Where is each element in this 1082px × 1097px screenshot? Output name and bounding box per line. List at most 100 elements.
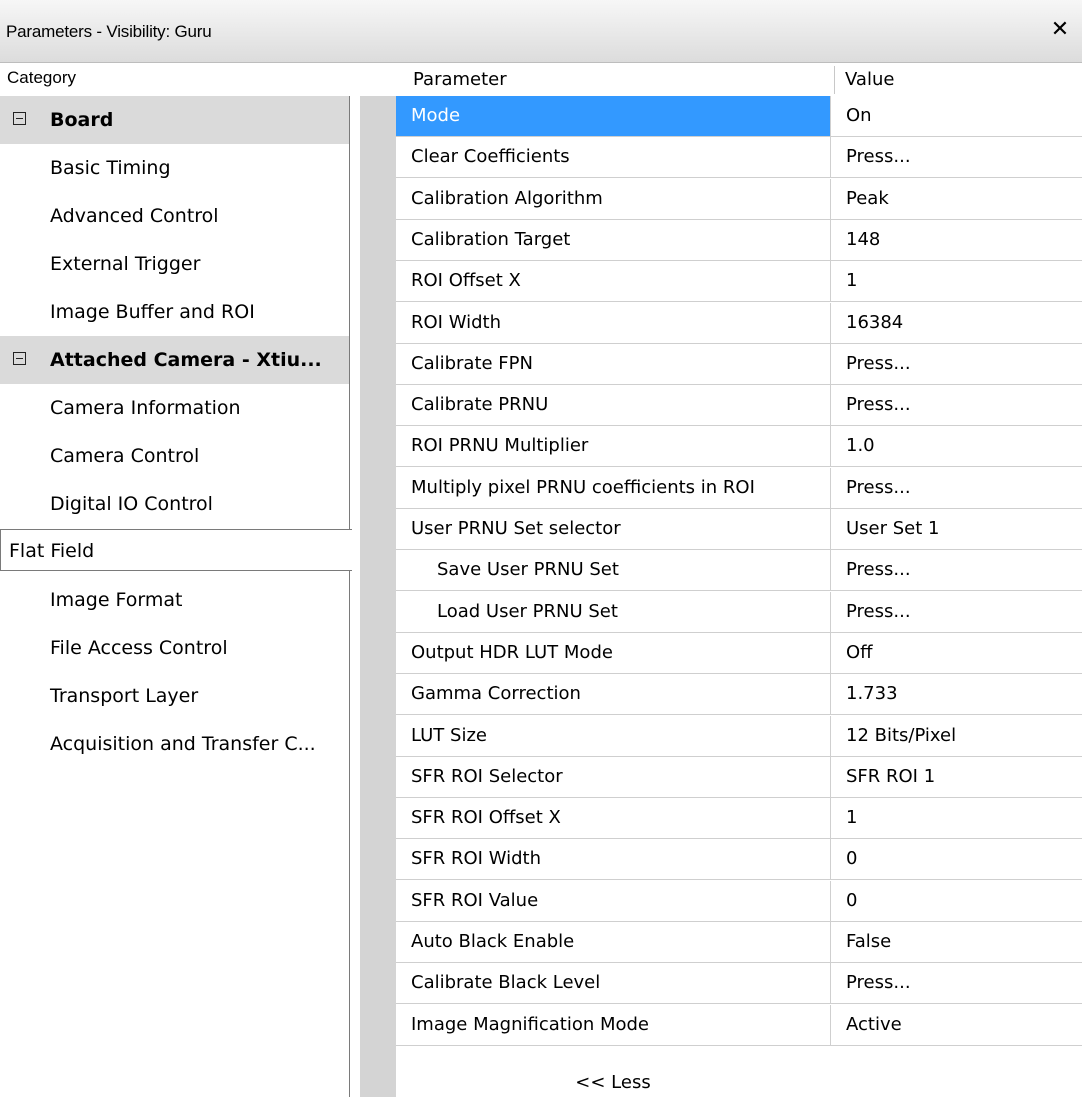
parameter-value[interactable]: 1 [846,798,857,838]
parameter-name: Load User PRNU Set [437,601,618,622]
parameter-value[interactable]: Off [846,633,873,673]
category-label: Camera Control [50,445,200,467]
parameter-value[interactable]: 1.0 [846,426,875,466]
parameter-row[interactable]: Calibrate PRNU Press... [396,385,1082,426]
parameter-row[interactable]: SFR ROI Offset X 1 [396,798,1082,839]
parameter-row[interactable]: Multiply pixel PRNU coefficients in ROI P… [396,468,1082,509]
category-item[interactable]: Camera Information [0,384,349,432]
parameter-row[interactable]: Load User PRNU Set Press... [396,592,1082,633]
window-title: Parameters - Visibility: Guru [6,22,212,41]
parameter-name: ROI Offset X [411,270,521,291]
category-group[interactable]: Board [0,96,349,144]
parameter-value[interactable]: 12 Bits/Pixel [846,716,956,756]
cell-divider [830,674,831,714]
parameter-value[interactable]: Active [846,1005,902,1045]
parameter-row[interactable]: Mode On [396,96,1082,137]
cell-divider [830,1005,831,1045]
less-button[interactable]: << Less [396,1068,830,1097]
cell-divider [830,550,831,590]
parameter-column-header[interactable]: Parameter [413,63,507,96]
parameter-row[interactable]: SFR ROI Width 0 [396,839,1082,880]
collapse-icon[interactable] [13,352,26,365]
parameter-row[interactable]: ROI Width 16384 [396,303,1082,344]
category-item[interactable]: Image Buffer and ROI [0,288,349,336]
parameter-name: SFR ROI Width [411,848,542,869]
parameter-value[interactable]: Press... [846,963,911,1003]
cell-divider [830,385,831,425]
parameter-name: Gamma Correction [411,683,581,704]
category-item[interactable]: Acquisition and Transfer C... [0,720,349,768]
parameter-row[interactable]: Clear Coefficients Press... [396,137,1082,178]
parameter-row[interactable]: User PRNU Set selector User Set 1 [396,509,1082,550]
parameter-value[interactable]: SFR ROI 1 [846,757,935,797]
parameter-name: LUT Size [411,725,487,746]
parameter-row[interactable]: SFR ROI Selector SFR ROI 1 [396,757,1082,798]
cell-divider [830,426,831,466]
close-icon[interactable]: ✕ [1048,18,1072,42]
category-item[interactable]: Digital IO Control [0,480,349,528]
cell-divider [830,798,831,838]
category-tree: Board Basic Timing Advanced Control Externa… [0,96,352,1097]
category-label: Digital IO Control [50,493,213,515]
parameter-name: Calibrate FPN [411,353,533,374]
parameter-row[interactable]: Output HDR LUT Mode Off [396,633,1082,674]
parameter-value[interactable]: User Set 1 [846,509,939,549]
category-item[interactable]: Advanced Control [0,192,349,240]
parameter-row[interactable]: Auto Black Enable False [396,922,1082,963]
category-item[interactable]: File Access Control [0,624,349,672]
parameter-row[interactable]: Calibrate Black Level Press... [396,963,1082,1004]
parameter-name: ROI PRNU Multiplier [411,435,589,456]
parameter-name: Image Magnification Mode [411,1014,649,1035]
value-column-header[interactable]: Value [845,63,894,96]
category-label: Camera Information [50,397,241,419]
parameter-value[interactable]: False [846,922,891,962]
parameter-value[interactable]: Peak [846,179,889,219]
collapse-icon[interactable] [13,112,26,125]
parameter-value[interactable]: Press... [846,592,911,632]
category-group[interactable]: Attached Camera - Xtiu... [0,336,349,384]
parameter-value[interactable]: 0 [846,881,857,921]
parameter-value[interactable]: Press... [846,468,911,508]
category-column-header: Category [7,68,76,87]
parameter-row[interactable]: Calibrate FPN Press... [396,344,1082,385]
category-item[interactable]: Basic Timing [0,144,349,192]
parameter-value[interactable]: 0 [846,839,857,879]
category-label: Image Buffer and ROI [50,301,255,323]
category-item[interactable]: Flat Field [0,529,352,571]
parameter-value[interactable]: Press... [846,137,911,177]
parameter-value[interactable]: 1 [846,261,857,301]
parameter-value[interactable]: 16384 [846,303,903,343]
parameter-row[interactable]: Gamma Correction 1.733 [396,674,1082,715]
parameter-row[interactable]: ROI Offset X 1 [396,261,1082,302]
parameter-value[interactable]: Press... [846,385,911,425]
parameter-row[interactable]: Calibration Algorithm Peak [396,179,1082,220]
parameter-value[interactable]: On [846,96,872,136]
parameter-value[interactable]: Press... [846,550,911,590]
cell-divider [830,963,831,1003]
parameter-name: Output HDR LUT Mode [411,642,613,663]
parameter-name: Multiply pixel PRNU coefficients in ROI [411,477,755,498]
cell-divider [830,757,831,797]
parameter-name: SFR ROI Selector [411,766,563,787]
parameter-row[interactable]: Save User PRNU Set Press... [396,550,1082,591]
parameter-name: Calibration Target [411,229,571,250]
parameter-row[interactable]: LUT Size 12 Bits/Pixel [396,716,1082,757]
parameter-name: Save User PRNU Set [437,559,619,580]
parameter-value[interactable]: 148 [846,220,880,260]
cell-divider [830,839,831,879]
parameter-name: ROI Width [411,312,501,333]
parameter-row[interactable]: SFR ROI Value 0 [396,881,1082,922]
category-item[interactable]: Transport Layer [0,672,349,720]
grid-gutter [360,96,396,1097]
parameter-row[interactable]: ROI PRNU Multiplier 1.0 [396,426,1082,467]
cell-divider [830,468,831,508]
column-divider[interactable] [834,66,835,94]
parameter-row[interactable]: Calibration Target 148 [396,220,1082,261]
category-item[interactable]: External Trigger [0,240,349,288]
category-item[interactable]: Camera Control [0,432,349,480]
category-item[interactable]: Image Format [0,576,349,624]
parameter-row[interactable]: Image Magnification Mode Active [396,1005,1082,1046]
parameter-value[interactable]: Press... [846,344,911,384]
parameter-name: Clear Coefficients [411,146,570,167]
parameter-value[interactable]: 1.733 [846,674,898,714]
